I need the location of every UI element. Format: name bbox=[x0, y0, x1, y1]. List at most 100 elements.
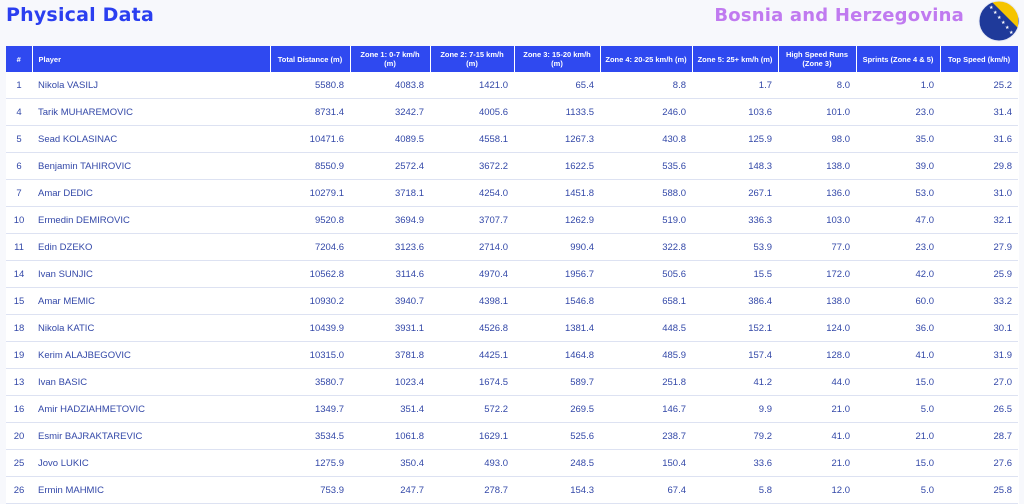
cell-td: 10930.2 bbox=[270, 287, 350, 315]
cell-td: 8550.9 bbox=[270, 152, 350, 180]
cell-z4: 658.1 bbox=[600, 287, 692, 315]
cell-z3: 128.0 bbox=[778, 341, 856, 369]
cell-top: 31.0 bbox=[940, 179, 1018, 207]
cell-z2: 1421.0 bbox=[430, 72, 514, 99]
cell-z5: 386.4 bbox=[692, 287, 778, 315]
cell-z2: 278.7 bbox=[430, 476, 514, 504]
cell-zc: 269.5 bbox=[514, 395, 600, 423]
cell-z3: 12.0 bbox=[778, 476, 856, 504]
cell-top: 25.2 bbox=[940, 72, 1018, 99]
cell-top: 25.9 bbox=[940, 260, 1018, 288]
cell-player: Ivan BASIC bbox=[32, 368, 270, 396]
cell-td: 10279.1 bbox=[270, 179, 350, 207]
cell-num: 20 bbox=[6, 422, 32, 450]
cell-top: 33.2 bbox=[940, 287, 1018, 315]
table-row: 14 Ivan SUNJIC 10562.8 3114.6 4970.4 1956.7 50… bbox=[6, 260, 1018, 288]
cell-top: 31.9 bbox=[940, 341, 1018, 369]
cell-z4: 246.0 bbox=[600, 98, 692, 126]
column-header-top: Top Speed (km/h) bbox=[940, 46, 1019, 72]
cell-z3: 138.0 bbox=[778, 287, 856, 315]
cell-z1: 3781.8 bbox=[350, 341, 430, 369]
table-row: 20 Esmir BAJRAKTAREVIC 3534.5 1061.8 1629.1 5… bbox=[6, 422, 1018, 450]
cell-z3: 44.0 bbox=[778, 368, 856, 396]
cell-td: 5580.8 bbox=[270, 72, 350, 99]
table-row: 26 Ermin MAHMIC 753.9 247.7 278.7 154.3 67.4 5.… bbox=[6, 476, 1018, 504]
cell-z3: 8.0 bbox=[778, 72, 856, 99]
cell-z1: 3123.6 bbox=[350, 233, 430, 261]
cell-top: 28.7 bbox=[940, 422, 1018, 450]
cell-sp: 5.0 bbox=[856, 476, 940, 504]
cell-z2: 4970.4 bbox=[430, 260, 514, 288]
cell-z4: 67.4 bbox=[600, 476, 692, 504]
cell-top: 32.1 bbox=[940, 206, 1018, 234]
cell-player: Jovo LUKIC bbox=[32, 449, 270, 477]
cell-player: Benjamin TAHIROVIC bbox=[32, 152, 270, 180]
cell-player: Amar MEMIC bbox=[32, 287, 270, 315]
cell-z5: 79.2 bbox=[692, 422, 778, 450]
column-header-td: Total Distance (m) bbox=[270, 46, 351, 72]
cell-z5: 148.3 bbox=[692, 152, 778, 180]
cell-z2: 4558.1 bbox=[430, 125, 514, 153]
cell-z5: 5.8 bbox=[692, 476, 778, 504]
cell-num: 1 bbox=[6, 72, 32, 99]
table-row: 18 Nikola KATIC 10439.9 3931.1 4526.8 1381.4 4… bbox=[6, 314, 1018, 342]
cell-z1: 1061.8 bbox=[350, 422, 430, 450]
table-row: 7 Amar DEDIC 10279.1 3718.1 4254.0 1451.8 588.… bbox=[6, 179, 1018, 207]
cell-z5: 125.9 bbox=[692, 125, 778, 153]
cell-num: 26 bbox=[6, 476, 32, 504]
cell-z2: 1674.5 bbox=[430, 368, 514, 396]
cell-z3: 101.0 bbox=[778, 98, 856, 126]
cell-z3: 21.0 bbox=[778, 395, 856, 423]
cell-z2: 493.0 bbox=[430, 449, 514, 477]
cell-zc: 589.7 bbox=[514, 368, 600, 396]
cell-top: 27.9 bbox=[940, 233, 1018, 261]
cell-z5: 53.9 bbox=[692, 233, 778, 261]
cell-zc: 1381.4 bbox=[514, 314, 600, 342]
table-header-row: # Player Total Distance (m) Zone 1: 0-7 km/… bbox=[6, 46, 1019, 72]
cell-z4: 588.0 bbox=[600, 179, 692, 207]
cell-sp: 36.0 bbox=[856, 314, 940, 342]
cell-sp: 1.0 bbox=[856, 72, 940, 99]
cell-z3: 138.0 bbox=[778, 152, 856, 180]
cell-z4: 322.8 bbox=[600, 233, 692, 261]
cell-z1: 3931.1 bbox=[350, 314, 430, 342]
cell-num: 19 bbox=[6, 341, 32, 369]
cell-z1: 3694.9 bbox=[350, 206, 430, 234]
cell-player: Kerim ALAJBEGOVIC bbox=[32, 341, 270, 369]
cell-z1: 4089.5 bbox=[350, 125, 430, 153]
cell-sp: 5.0 bbox=[856, 395, 940, 423]
column-header-zc: Zone 3: 15-20 km/h (m) bbox=[514, 46, 601, 72]
cell-top: 26.5 bbox=[940, 395, 1018, 423]
cell-sp: 23.0 bbox=[856, 98, 940, 126]
cell-z4: 448.5 bbox=[600, 314, 692, 342]
cell-z5: 152.1 bbox=[692, 314, 778, 342]
cell-num: 4 bbox=[6, 98, 32, 126]
table-row: 11 Edin DZEKO 7204.6 3123.6 2714.0 990.4 322.8… bbox=[6, 233, 1018, 261]
table-row: 1 Nikola VASILJ 5580.8 4083.8 1421.0 65.4 8.8 1… bbox=[6, 72, 1018, 99]
cell-td: 753.9 bbox=[270, 476, 350, 504]
cell-zc: 1622.5 bbox=[514, 152, 600, 180]
cell-z3: 77.0 bbox=[778, 233, 856, 261]
cell-num: 5 bbox=[6, 125, 32, 153]
cell-z5: 1.7 bbox=[692, 72, 778, 99]
cell-z1: 4083.8 bbox=[350, 72, 430, 99]
cell-zc: 990.4 bbox=[514, 233, 600, 261]
cell-num: 6 bbox=[6, 152, 32, 180]
cell-num: 16 bbox=[6, 395, 32, 423]
cell-num: 18 bbox=[6, 314, 32, 342]
cell-sp: 21.0 bbox=[856, 422, 940, 450]
cell-td: 3534.5 bbox=[270, 422, 350, 450]
cell-td: 8731.4 bbox=[270, 98, 350, 126]
cell-sp: 35.0 bbox=[856, 125, 940, 153]
cell-z1: 3940.7 bbox=[350, 287, 430, 315]
column-header-z2: Zone 2: 7-15 km/h (m) bbox=[430, 46, 515, 72]
cell-td: 10562.8 bbox=[270, 260, 350, 288]
column-header-num: # bbox=[6, 46, 33, 72]
cell-z2: 4398.1 bbox=[430, 287, 514, 315]
cell-z4: 146.7 bbox=[600, 395, 692, 423]
table-row: 25 Jovo LUKIC 1275.9 350.4 493.0 248.5 150.4 33… bbox=[6, 449, 1018, 477]
cell-z1: 3114.6 bbox=[350, 260, 430, 288]
cell-td: 10315.0 bbox=[270, 341, 350, 369]
cell-sp: 39.0 bbox=[856, 152, 940, 180]
cell-z4: 150.4 bbox=[600, 449, 692, 477]
